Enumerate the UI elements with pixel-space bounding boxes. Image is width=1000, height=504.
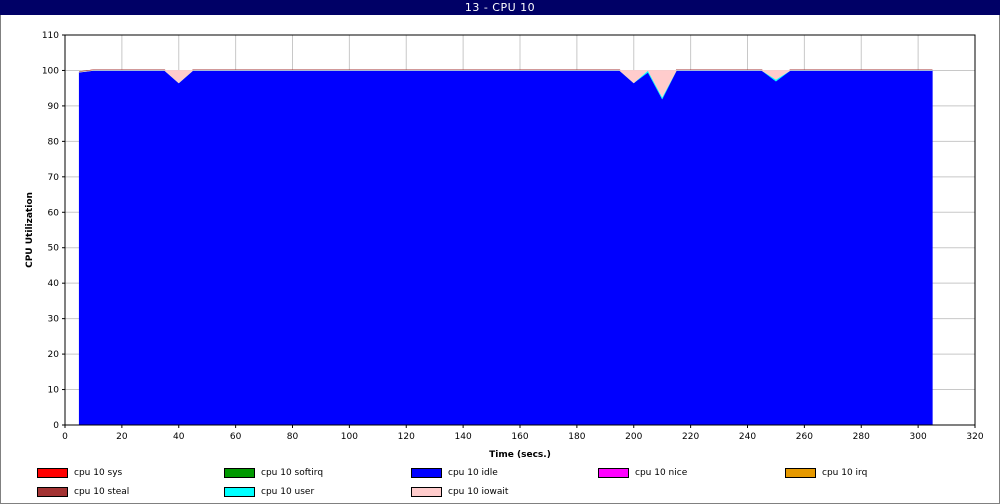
y-tick-label: 30	[48, 315, 60, 325]
cpu-utilization-chart: 0 20 40 60 80 100 120 140 160 180 200 220 240 260 280 3…	[25, 31, 984, 460]
legend-item-cpu-10-nice: cpu 10 nice	[598, 466, 687, 480]
legend-item-cpu-10-sys: cpu 10 sys	[37, 466, 122, 480]
legend-label: cpu 10 user	[261, 487, 315, 497]
y-tick-label: 70	[48, 173, 60, 183]
legend-swatch	[411, 468, 442, 478]
y-tick-label: 80	[48, 137, 60, 147]
x-tick-label: 60	[230, 432, 242, 442]
y-tick-label: 0	[53, 421, 59, 431]
x-tick-label: 200	[625, 432, 642, 442]
y-tick-label: 100	[42, 66, 59, 76]
legend-item-cpu-10-softirq: cpu 10 softirq	[224, 466, 323, 480]
x-tick-label: 120	[398, 432, 415, 442]
legend-swatch	[224, 487, 255, 497]
x-tick-label: 240	[739, 432, 756, 442]
legend-swatch	[224, 468, 255, 478]
y-axis-label: CPU Utilization	[25, 192, 35, 268]
x-tick-label: 260	[796, 432, 813, 442]
legend-swatch	[411, 487, 442, 497]
legend-swatch	[785, 468, 816, 478]
x-tick-label: 220	[682, 432, 699, 442]
legend-label: cpu 10 softirq	[261, 468, 324, 478]
legend-swatch	[37, 468, 68, 478]
x-tick-label: 160	[511, 432, 528, 442]
chart-legend: cpu 10 sys cpu 10 softirq cpu 10 idle cpu 1…	[0, 463, 1000, 503]
y-tick-label: 60	[48, 208, 60, 218]
legend-label: cpu 10 irq	[822, 468, 868, 478]
legend-swatch	[598, 468, 629, 478]
legend-swatch	[37, 487, 68, 497]
legend-label: cpu 10 iowait	[448, 487, 509, 497]
legend-label: cpu 10 steal	[74, 487, 130, 497]
y-tick-label: 10	[48, 386, 60, 396]
legend-label: cpu 10 idle	[448, 468, 498, 478]
chart-title: 13 - CPU 10	[0, 0, 1000, 15]
x-tick-label: 20	[116, 432, 128, 442]
x-tick-label: 100	[341, 432, 358, 442]
y-tick-label: 90	[48, 102, 60, 112]
x-tick-label: 300	[910, 432, 927, 442]
legend-item-cpu-10-user: cpu 10 user	[224, 485, 314, 499]
legend-item-cpu-10-steal: cpu 10 steal	[37, 485, 129, 499]
y-tick-label: 40	[48, 279, 60, 289]
legend-item-cpu-10-idle: cpu 10 idle	[411, 466, 498, 480]
x-tick-label: 140	[455, 432, 472, 442]
x-tick-label: 320	[966, 432, 983, 442]
x-axis-label: Time (secs.)	[489, 450, 551, 460]
x-tick-label: 0	[62, 432, 68, 442]
legend-label: cpu 10 sys	[74, 468, 123, 478]
legend-item-cpu-10-irq: cpu 10 irq	[785, 466, 867, 480]
x-tick-label: 40	[173, 432, 185, 442]
y-tick-label: 110	[42, 31, 59, 41]
legend-item-cpu-10-iowait: cpu 10 iowait	[411, 485, 508, 499]
x-tick-label: 280	[853, 432, 870, 442]
legend-label: cpu 10 nice	[635, 468, 688, 478]
x-tick-label: 80	[287, 432, 299, 442]
y-tick-label: 50	[48, 244, 60, 254]
y-tick-label: 20	[48, 350, 60, 360]
x-tick-label: 180	[568, 432, 585, 442]
series-area-cpu-10-idle	[78, 70, 933, 426]
